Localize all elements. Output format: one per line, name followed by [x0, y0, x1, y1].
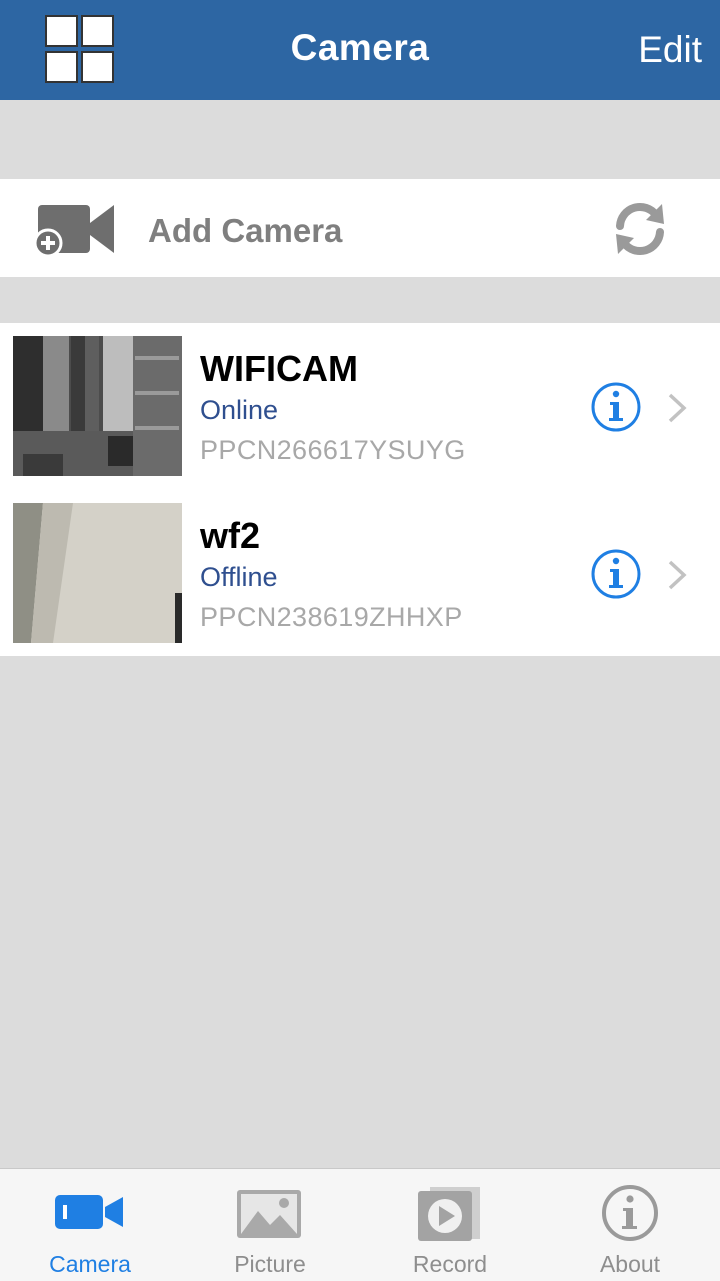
tab-record[interactable]: Record — [360, 1169, 540, 1281]
add-camera-icon — [34, 205, 114, 258]
tab-label: Record — [412, 1251, 488, 1277]
tab-about[interactable]: About — [540, 1169, 720, 1281]
tab-camera[interactable]: Camera — [0, 1169, 180, 1281]
camera-name: wf2 — [200, 515, 261, 556]
camera-list: WIFICAM Online PPCN266617YSUYG wf2 Offli… — [0, 323, 720, 656]
chevron-right-icon[interactable] — [666, 391, 688, 425]
camera-thumbnail — [13, 336, 182, 476]
camera-uid: PPCN238619ZHHXP — [200, 602, 463, 632]
tab-label: Camera — [49, 1251, 131, 1277]
tab-bar: Camera Picture Record About — [0, 1168, 720, 1281]
info-circle-icon — [602, 1185, 658, 1241]
add-camera-label[interactable]: Add Camera — [148, 212, 342, 250]
camera-uid: PPCN266617YSUYG — [200, 435, 466, 465]
camera-row-wificam[interactable]: WIFICAM Online PPCN266617YSUYG — [0, 323, 720, 489]
camera-status: Offline — [200, 562, 278, 592]
edit-button[interactable]: Edit — [638, 29, 702, 71]
info-icon[interactable] — [590, 381, 642, 433]
camera-name: WIFICAM — [200, 348, 358, 389]
nav-bar: Camera Edit — [0, 0, 720, 100]
camera-status: Online — [200, 395, 279, 425]
tab-picture[interactable]: Picture — [180, 1169, 360, 1281]
refresh-icon[interactable] — [610, 200, 670, 258]
camera-row-wf2[interactable]: wf2 Offline PPCN238619ZHHXP — [0, 490, 720, 656]
record-play-icon — [418, 1187, 480, 1241]
picture-icon — [237, 1190, 301, 1238]
tab-label: Picture — [234, 1251, 306, 1277]
camera-thumbnail — [13, 503, 182, 643]
chevron-right-icon[interactable] — [666, 558, 688, 592]
page-title: Camera — [290, 27, 430, 68]
info-icon[interactable] — [590, 548, 642, 600]
video-camera-icon — [55, 1195, 123, 1229]
tab-label: About — [599, 1251, 661, 1277]
